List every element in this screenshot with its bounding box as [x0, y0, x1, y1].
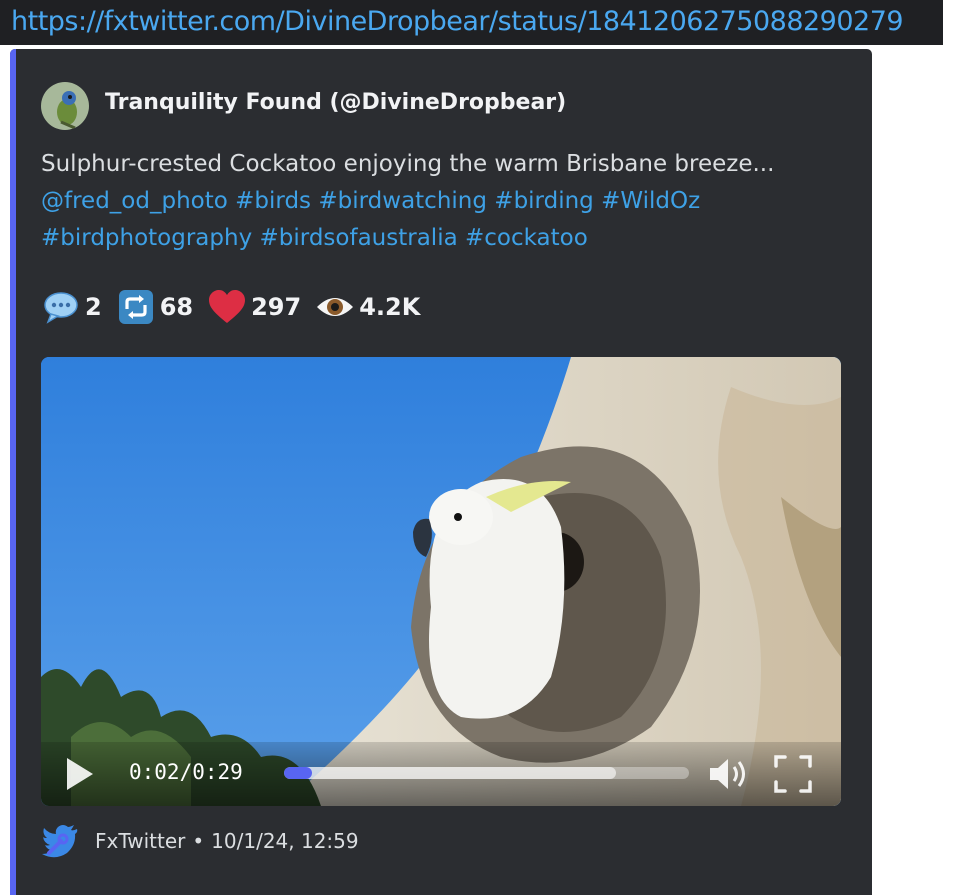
tweet-text-line: Sulphur-crested Cockatoo enjoying the wa… — [41, 151, 775, 177]
tweet-stats: 2 68 297 4.2K — [41, 287, 434, 327]
twitter-embed: Tranquility Found (@DivineDropbear) Sulp… — [10, 49, 872, 895]
hashtag-link[interactable]: #birdwatching — [318, 188, 487, 214]
url-bar: https://fxtwitter.com/DivineDropbear/sta… — [0, 0, 943, 45]
mention-link[interactable]: @fred_od_photo — [41, 188, 228, 214]
hashtag-link[interactable]: #birdphotography — [41, 225, 252, 251]
time-separator: / — [179, 760, 193, 784]
tweet-url-link[interactable]: https://fxtwitter.com/DivineDropbear/sta… — [11, 3, 904, 41]
likes-count: 297 — [251, 293, 302, 321]
video-frame — [41, 357, 841, 806]
tweet-text-links-line: #birdphotography #birdsofaustralia #cock… — [41, 220, 841, 257]
footer-separator: • — [192, 829, 205, 853]
duration: 0:29 — [192, 760, 243, 784]
embed-footer: FxTwitter • 10/1/24, 12:59 — [41, 821, 359, 861]
hashtag-link[interactable]: #birds — [235, 188, 311, 214]
played-bar — [284, 767, 313, 779]
hashtag-link[interactable]: #birding — [494, 188, 593, 214]
post-timestamp: 10/1/24, 12:59 — [211, 829, 359, 853]
author-avatar[interactable] — [41, 82, 89, 130]
play-icon[interactable] — [59, 754, 99, 794]
eye-icon — [315, 287, 355, 327]
fxtwitter-logo-icon — [42, 825, 78, 858]
provider-name: FxTwitter — [95, 829, 186, 853]
speech-bubble-icon — [41, 287, 81, 327]
volume-icon[interactable] — [706, 754, 750, 794]
tweet-text-links-line: @fred_od_photo #birds #birdwatching #bir… — [41, 183, 841, 220]
heart-icon — [207, 287, 247, 327]
embed-accent-bar — [10, 49, 16, 895]
fullscreen-icon[interactable] — [773, 754, 813, 794]
replies-count: 2 — [85, 293, 102, 321]
retweet-icon — [116, 287, 156, 327]
buffered-bar — [284, 767, 617, 779]
views-count: 4.2K — [359, 293, 421, 321]
video-controls: 0:02/0:29 — [41, 742, 841, 806]
hashtag-link[interactable]: #birdsofaustralia — [260, 225, 458, 251]
video-time: 0:02/0:29 — [129, 760, 243, 784]
tweet-text: Sulphur-crested Cockatoo enjoying the wa… — [41, 146, 841, 257]
video-player[interactable]: 0:02/0:29 — [41, 357, 841, 806]
author-name[interactable]: Tranquility Found (@DivineDropbear) — [105, 90, 566, 115]
current-time: 0:02 — [129, 760, 180, 784]
video-progress-bar[interactable] — [284, 767, 689, 779]
hashtag-link[interactable]: #WildOz — [601, 188, 700, 214]
hashtag-link[interactable]: #cockatoo — [465, 225, 588, 251]
retweets-count: 68 — [159, 293, 194, 321]
